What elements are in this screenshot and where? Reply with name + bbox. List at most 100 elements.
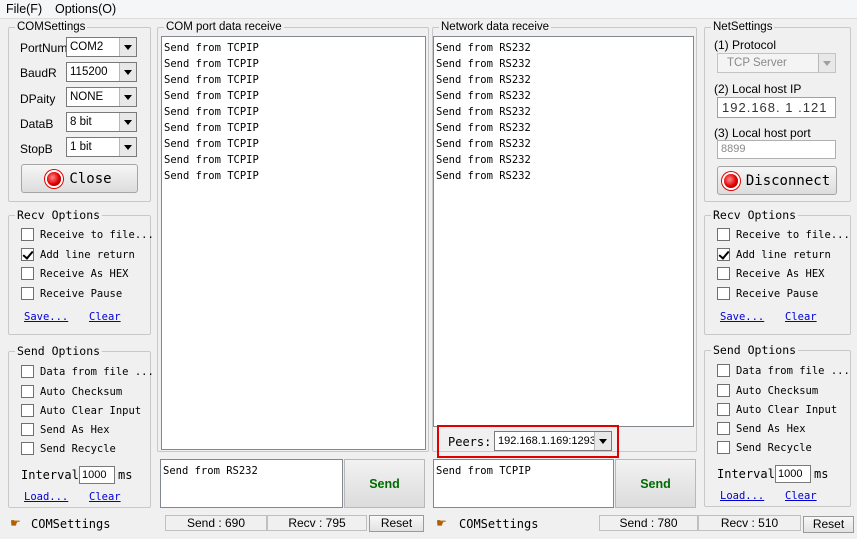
left-interval-label: Interval (21, 468, 79, 482)
com-receive-line: Send from TCPIP (164, 74, 259, 86)
right-interval-unit: ms (814, 467, 829, 481)
left-interval-unit: ms (118, 468, 133, 482)
checkbox-icon (21, 442, 34, 455)
left-data-from-file-checkbox[interactable]: Data from file ... (21, 365, 154, 378)
net-receive-line: Send from RS232 (436, 106, 531, 118)
com-receive-line: Send from TCPIP (164, 122, 259, 134)
com-receive-line: Send from TCPIP (164, 138, 259, 150)
parity-select[interactable]: NONE (66, 87, 137, 107)
baud-rate-select[interactable]: 115200 (66, 62, 137, 82)
net-send-button[interactable]: Send (615, 459, 696, 508)
left-auto-checksum-checkbox[interactable]: Auto Checksum (21, 385, 122, 398)
com-send-input[interactable]: Send from RS232 (160, 459, 343, 508)
com-receive-line: Send from TCPIP (164, 106, 259, 118)
chevron-down-icon (119, 63, 136, 81)
right-recv-options-title: Recv Options (711, 208, 799, 222)
left-interval-input[interactable]: 1000 (79, 466, 115, 484)
hand-pointer-icon: ☛ (10, 516, 21, 530)
menu-options[interactable]: Options(O) (55, 2, 116, 16)
checkbox-checked-icon (717, 248, 730, 261)
status-right-recv-count: Recv : 510 (698, 515, 801, 531)
disconnect-button[interactable]: Disconnect (717, 166, 837, 195)
protocol-label: (1) Protocol (714, 38, 777, 52)
chevron-down-icon (594, 432, 611, 450)
port-num-label: PortNum (20, 41, 68, 55)
close-port-button[interactable]: Close (21, 164, 138, 193)
status-lamp-icon (723, 173, 738, 188)
menu-bar: File(F) Options(O) (0, 0, 857, 19)
right-send-recycle-checkbox[interactable]: Send Recycle (717, 441, 812, 454)
left-receive-to-file-checkbox[interactable]: Receive to file... (21, 228, 154, 241)
data-bits-select[interactable]: 8 bit (66, 112, 137, 132)
chevron-down-icon (119, 113, 136, 131)
status-right-label: COMSettings (459, 517, 539, 531)
protocol-select[interactable]: TCP Server (717, 53, 836, 73)
right-receive-as-hex-checkbox[interactable]: Receive As HEX (717, 267, 825, 280)
right-data-from-file-checkbox[interactable]: Data from file ... (717, 364, 850, 377)
left-receive-pause-checkbox[interactable]: Receive Pause (21, 287, 122, 300)
local-ip-input[interactable]: 192.168. 1 .121 (717, 97, 836, 118)
net-receive-line: Send from RS232 (436, 170, 531, 182)
net-receive-line: Send from RS232 (436, 122, 531, 134)
com-receive-title: COM port data receive (164, 20, 284, 34)
checkbox-icon (21, 228, 34, 241)
hand-pointer-icon: ☛ (436, 516, 447, 530)
left-send-as-hex-checkbox[interactable]: Send As Hex (21, 423, 110, 436)
status-lamp-icon (47, 171, 62, 186)
left-send-clear-link[interactable]: Clear (89, 491, 121, 503)
checkbox-icon (717, 364, 730, 377)
checkbox-icon (717, 287, 730, 300)
checkbox-icon (717, 422, 730, 435)
status-right-send-count: Send : 780 (599, 515, 698, 531)
chevron-down-icon (818, 54, 835, 72)
right-load-link[interactable]: Load... (720, 490, 764, 502)
chevron-down-icon (119, 38, 136, 56)
menu-file[interactable]: File(F) (6, 2, 42, 16)
right-reset-button[interactable]: Reset (803, 516, 854, 533)
checkbox-icon (21, 365, 34, 378)
net-receive-title: Network data receive (439, 20, 552, 34)
right-interval-label: Interval (717, 467, 775, 481)
left-load-link[interactable]: Load... (24, 491, 68, 503)
net-receive-line: Send from RS232 (436, 42, 531, 54)
net-receive-line: Send from RS232 (436, 138, 531, 150)
baud-rate-label: BaudR (20, 66, 57, 80)
left-add-line-return-checkbox[interactable]: Add line return (21, 248, 135, 261)
right-receive-pause-checkbox[interactable]: Receive Pause (717, 287, 818, 300)
left-reset-button[interactable]: Reset (369, 515, 424, 532)
right-send-clear-link[interactable]: Clear (785, 490, 817, 502)
net-settings-title: NetSettings (711, 20, 775, 34)
right-receive-to-file-checkbox[interactable]: Receive to file... (717, 228, 850, 241)
right-auto-checksum-checkbox[interactable]: Auto Checksum (717, 384, 818, 397)
local-port-input[interactable]: 8899 (717, 140, 836, 159)
net-receive-line: Send from RS232 (436, 154, 531, 166)
com-receive-line: Send from TCPIP (164, 90, 259, 102)
checkbox-icon (21, 423, 34, 436)
checkbox-checked-icon (21, 248, 34, 261)
left-receive-as-hex-checkbox[interactable]: Receive As HEX (21, 267, 129, 280)
right-interval-input[interactable]: 1000 (775, 465, 811, 483)
com-receive-line: Send from TCPIP (164, 42, 259, 54)
left-save-link[interactable]: Save... (24, 311, 68, 323)
com-receive-line: Send from TCPIP (164, 170, 259, 182)
stop-bits-label: StopB (20, 142, 53, 156)
checkbox-icon (717, 384, 730, 397)
stop-bits-select[interactable]: 1 bit (66, 137, 137, 157)
left-recv-clear-link[interactable]: Clear (89, 311, 121, 323)
com-receive-textarea[interactable]: Send from TCPIP Send from TCPIP Send fro… (161, 36, 426, 450)
com-receive-line: Send from TCPIP (164, 154, 259, 166)
peers-select[interactable]: 192.168.1.169:1293 (494, 431, 612, 451)
right-recv-clear-link[interactable]: Clear (785, 311, 817, 323)
right-auto-clear-input-checkbox[interactable]: Auto Clear Input (717, 403, 837, 416)
left-send-options-title: Send Options (15, 344, 103, 358)
net-send-input[interactable]: Send from TCPIP (433, 459, 614, 508)
left-send-recycle-checkbox[interactable]: Send Recycle (21, 442, 116, 455)
right-save-link[interactable]: Save... (720, 311, 764, 323)
port-num-select[interactable]: COM2 (66, 37, 137, 57)
com-send-button[interactable]: Send (344, 459, 425, 508)
chevron-down-icon (119, 138, 136, 156)
right-send-as-hex-checkbox[interactable]: Send As Hex (717, 422, 806, 435)
right-add-line-return-checkbox[interactable]: Add line return (717, 248, 831, 261)
left-auto-clear-input-checkbox[interactable]: Auto Clear Input (21, 404, 141, 417)
net-receive-textarea[interactable]: Send from RS232 Send from RS232 Send fro… (433, 36, 694, 427)
